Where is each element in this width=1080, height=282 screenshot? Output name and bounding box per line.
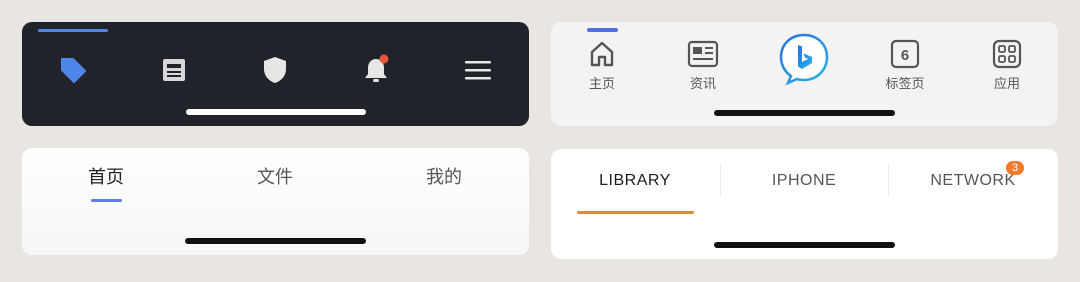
news-icon[interactable] — [158, 54, 190, 86]
tabs-count: 6 — [901, 47, 909, 64]
apps-icon — [991, 38, 1023, 70]
network-badge: 3 — [1006, 161, 1024, 175]
home-indicator — [185, 238, 366, 244]
tab-news-label: 资讯 — [689, 76, 716, 91]
bing-chat-icon — [779, 33, 829, 86]
active-indicator — [587, 28, 618, 32]
news-icon — [687, 38, 719, 70]
tabs-icon: 6 — [889, 38, 921, 70]
tab-home[interactable]: 首页 — [66, 163, 146, 189]
active-tab-indicator — [91, 199, 122, 202]
tag-icon[interactable] — [57, 54, 89, 86]
home-indicator — [186, 109, 366, 115]
tab-apps[interactable]: 应用 — [977, 38, 1037, 92]
dark-tab-bar — [22, 22, 529, 126]
tab-library[interactable]: LIBRARY — [560, 172, 710, 190]
home-indicator — [714, 110, 895, 116]
cn-tab-bar: 首页 文件 我的 — [22, 148, 529, 255]
tab-files[interactable]: 文件 — [235, 163, 315, 189]
library-tab-bar: LIBRARY IPHONE NETWORK 3 — [551, 149, 1058, 259]
bing-chat-button[interactable] — [777, 32, 831, 86]
notification-dot — [379, 54, 389, 64]
shield-icon[interactable] — [259, 54, 291, 86]
tab-network[interactable]: NETWORK — [898, 172, 1048, 190]
menu-icon[interactable] — [462, 54, 494, 86]
tab-home[interactable]: 主页 — [572, 38, 632, 92]
home-indicator — [714, 242, 895, 248]
tab-news[interactable]: 资讯 — [673, 38, 733, 92]
divider — [888, 163, 889, 197]
active-tab-indicator — [577, 211, 694, 214]
tab-apps-label: 应用 — [993, 76, 1020, 91]
tab-mine[interactable]: 我的 — [404, 163, 484, 189]
divider — [720, 163, 721, 197]
tab-tabs-label: 标签页 — [885, 76, 925, 91]
tab-tabs[interactable]: 6 标签页 — [875, 38, 935, 92]
bell-icon[interactable] — [360, 54, 392, 86]
home-icon — [586, 38, 618, 70]
browser-tab-bar: 主页 资讯 6 标签页 应用 — [551, 22, 1058, 126]
top-progress-line — [38, 29, 108, 32]
tab-home-label: 主页 — [588, 76, 615, 91]
tab-iphone[interactable]: IPHONE — [729, 172, 879, 190]
